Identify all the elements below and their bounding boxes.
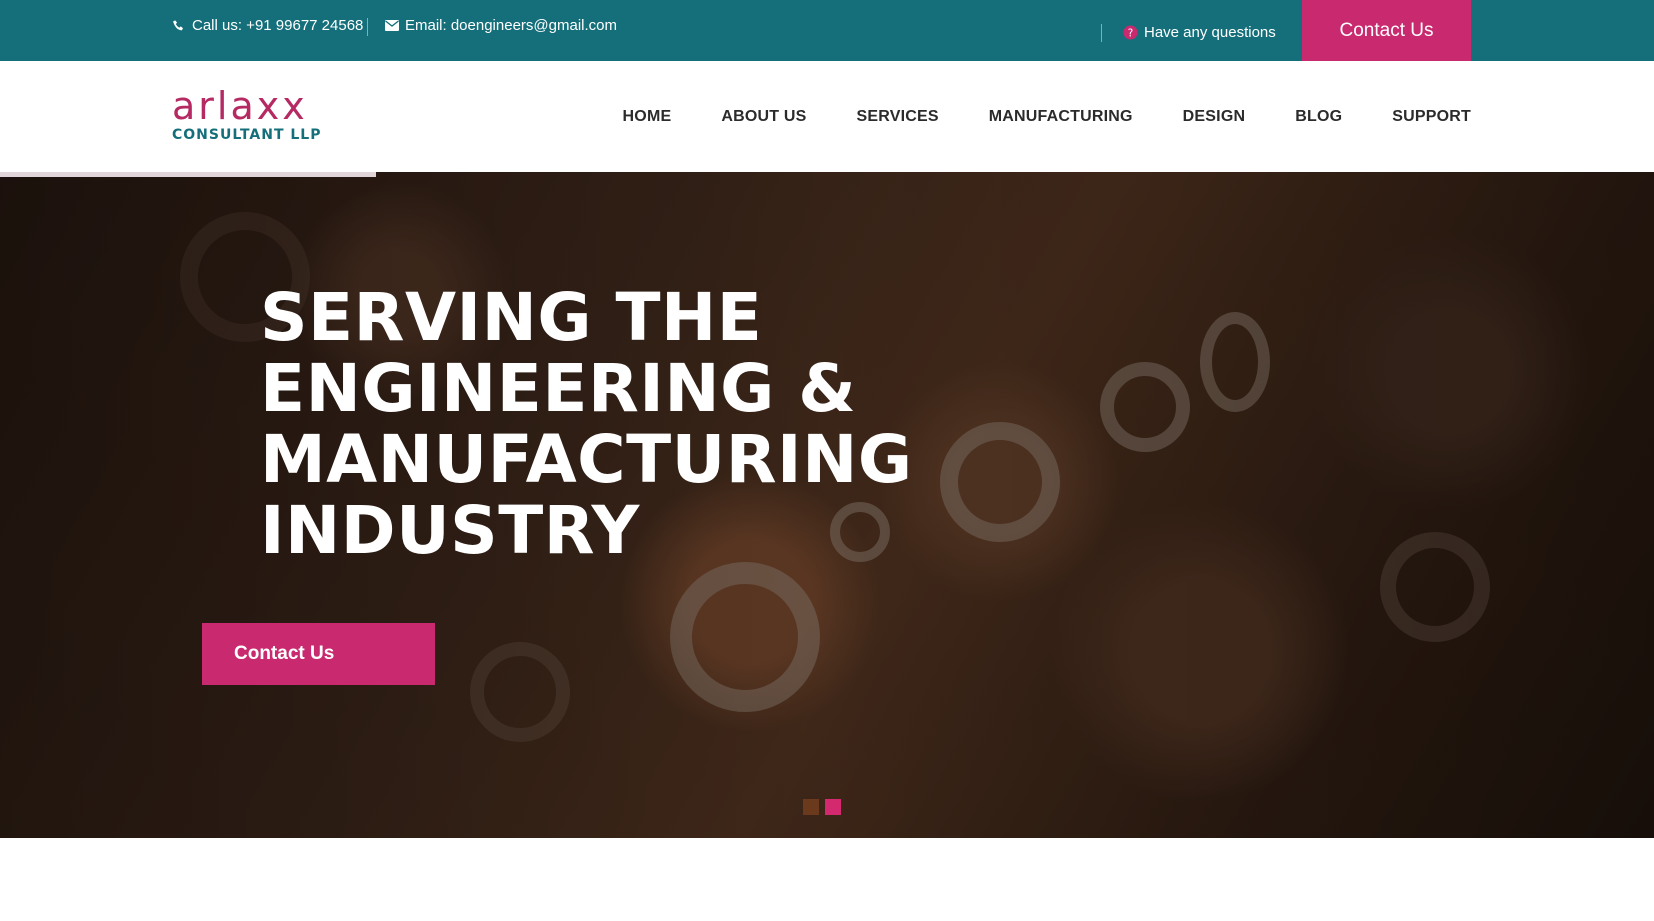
phone-text: Call us: +91 99677 24568: [192, 17, 364, 34]
email-contact[interactable]: Email: doengineers@gmail.com: [385, 17, 617, 34]
header-underline: [0, 172, 376, 177]
logo[interactable]: arlaxx CONSULTANT LLP: [172, 87, 322, 143]
question-icon: ?: [1123, 25, 1138, 40]
slider-pagination: [803, 799, 841, 815]
nav-design[interactable]: DESIGN: [1183, 108, 1246, 126]
nav-home[interactable]: HOME: [623, 108, 672, 126]
slider-dot-1[interactable]: [803, 799, 819, 815]
main-nav: HOME ABOUT US SERVICES MANUFACTURING DES…: [623, 108, 1471, 126]
logo-subtitle: CONSULTANT LLP: [172, 127, 322, 143]
questions-link[interactable]: ? Have any questions: [1123, 24, 1276, 41]
hero-title-line: SERVING THE: [260, 279, 763, 356]
email-text: Email: doengineers@gmail.com: [405, 17, 617, 34]
top-bar: Call us: +91 99677 24568 Email: doengine…: [0, 0, 1654, 61]
phone-contact[interactable]: Call us: +91 99677 24568: [172, 17, 363, 34]
nav-support[interactable]: SUPPORT: [1392, 108, 1471, 126]
mail-icon: [385, 20, 399, 31]
topbar-contact-button[interactable]: Contact Us: [1302, 0, 1471, 61]
phone-icon: [172, 19, 186, 33]
topbar-divider: [367, 18, 368, 36]
hero-title-line: INDUSTRY: [260, 492, 640, 569]
hero-contact-button[interactable]: Contact Us: [202, 623, 435, 685]
svg-text:?: ?: [1128, 27, 1133, 39]
hero-slider: SERVING THE ENGINEERING & MANUFACTURING …: [0, 172, 1654, 838]
nav-manufacturing[interactable]: MANUFACTURING: [989, 108, 1133, 126]
nav-blog[interactable]: BLOG: [1295, 108, 1342, 126]
site-header: arlaxx CONSULTANT LLP HOME ABOUT US SERV…: [0, 61, 1654, 172]
logo-name: arlaxx: [172, 84, 308, 128]
nav-about-us[interactable]: ABOUT US: [721, 108, 806, 126]
hero-title-line: MANUFACTURING: [260, 421, 913, 498]
slider-dot-2-active[interactable]: [825, 799, 841, 815]
hero-title-line: ENGINEERING &: [260, 350, 857, 427]
hero-title: SERVING THE ENGINEERING & MANUFACTURING …: [260, 282, 960, 566]
topbar-divider: [1101, 24, 1102, 42]
questions-text: Have any questions: [1144, 24, 1276, 41]
nav-services[interactable]: SERVICES: [857, 108, 939, 126]
